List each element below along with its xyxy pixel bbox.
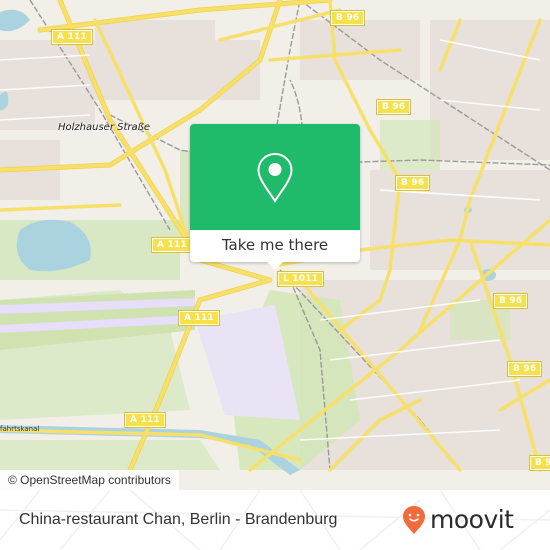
road-shield-b96: B 96 (329, 10, 366, 26)
place-label-holzhauser-strasse: Holzhauser Straße (58, 122, 151, 133)
popup-pointer (266, 261, 284, 270)
location-popup: Take me there (190, 124, 360, 270)
brand-name: moovit (430, 505, 514, 534)
road-shield-b96: B 96 (506, 361, 543, 377)
map-view[interactable]: A 111 A 111 A 111 A 111 B 96 B 96 B 96 B… (0, 0, 550, 490)
moovit-logo[interactable]: moovit (402, 504, 514, 536)
road-shield-l1011: L 1011 (276, 271, 325, 287)
road-shield-a111: A 111 (151, 237, 193, 253)
road-shield-a111: A 111 (178, 310, 220, 326)
place-title: China-restaurant Chan, Berlin - Brandenb… (19, 511, 338, 528)
canal-label: fahrtskanal (0, 425, 40, 433)
osm-attribution[interactable]: © OpenStreetMap contributors (0, 470, 179, 490)
road-shield-a111: A 111 (124, 412, 166, 428)
road-shield-b96: B 96 (528, 455, 550, 471)
take-me-there-button[interactable]: Take me there (190, 230, 360, 262)
road-shield-b96: B 96 (394, 175, 431, 191)
road-shield-a111: A 111 (51, 29, 93, 45)
moovit-pin-icon (403, 506, 425, 534)
road-shield-b96: B 96 (492, 293, 529, 309)
popup-header (190, 124, 360, 230)
map-pin-icon (257, 152, 293, 203)
road-shield-b96: B 96 (375, 99, 412, 115)
footer-bar: China-restaurant Chan, Berlin - Brandenb… (0, 490, 550, 550)
